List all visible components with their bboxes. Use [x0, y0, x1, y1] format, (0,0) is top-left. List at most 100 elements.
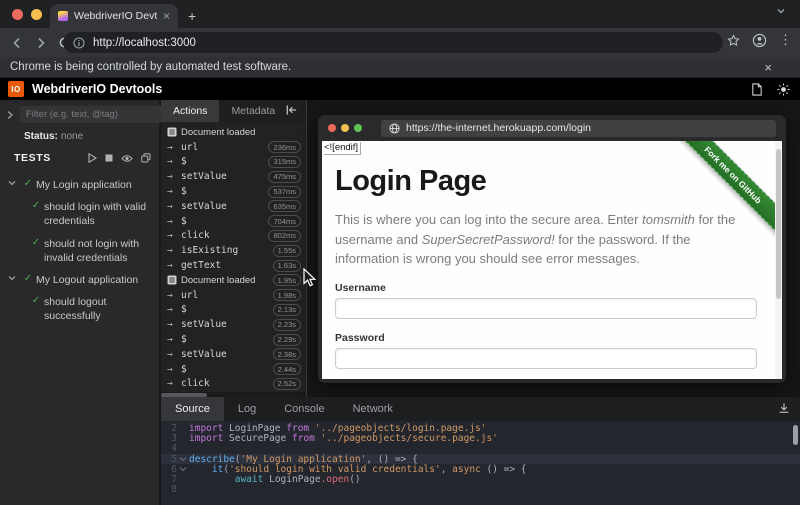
action-duration-badge: 2.29s	[273, 334, 301, 346]
tab-network[interactable]: Network	[339, 397, 407, 421]
infobar-close-icon[interactable]: ×	[764, 60, 772, 75]
username-input[interactable]	[335, 298, 757, 319]
command-arrow-icon: →	[167, 319, 181, 330]
download-icon[interactable]	[778, 402, 790, 414]
code-line: 6 it('should login with valid credential…	[161, 464, 800, 474]
preview-scrollbar[interactable]	[775, 141, 782, 379]
url-text: http://localhost:3000	[93, 37, 196, 49]
action-label: getText	[181, 260, 273, 271]
command-arrow-icon: →	[167, 216, 181, 227]
action-row[interactable]: →$2.13s	[161, 303, 306, 318]
action-label: $	[181, 186, 268, 197]
preview-browser-window: https://the-internet.herokuapp.com/login…	[318, 115, 786, 383]
action-row[interactable]: →$537ms	[161, 184, 306, 199]
action-row[interactable]: →$2.29s	[161, 332, 306, 347]
minimize-window-button[interactable]	[31, 9, 42, 20]
tab-log[interactable]: Log	[224, 397, 270, 421]
filter-input[interactable]	[20, 106, 164, 123]
status-value: none	[61, 131, 83, 142]
theme-toggle-sun-icon[interactable]	[777, 83, 790, 96]
preview-url-text: https://the-internet.herokuapp.com/login	[406, 122, 591, 134]
code-line: 4	[161, 444, 800, 454]
line-number: 8	[161, 484, 177, 495]
action-label: setValue	[181, 171, 268, 182]
chevron-down-icon[interactable]	[4, 179, 20, 187]
command-arrow-icon: →	[167, 290, 181, 301]
command-arrow-icon: →	[167, 245, 181, 256]
suite-label: My Logout application	[36, 273, 138, 287]
site-info-icon[interactable]	[73, 37, 85, 49]
action-duration-badge: 2.52s	[273, 378, 301, 390]
tab-actions[interactable]: Actions	[161, 100, 219, 122]
action-row[interactable]: →isExisting1.55s	[161, 243, 306, 258]
action-row[interactable]: →url236ms	[161, 140, 306, 155]
new-tab-button[interactable]: +	[188, 8, 196, 24]
status-label: Status:	[24, 131, 58, 142]
fold-chevron-icon[interactable]	[177, 465, 189, 473]
code-text	[189, 484, 195, 495]
action-label: $	[181, 216, 268, 227]
profile-avatar-icon[interactable]	[752, 33, 767, 48]
copy-icon[interactable]	[141, 153, 151, 163]
tab-search-icon[interactable]	[776, 6, 786, 16]
menu-dots-icon[interactable]: ⋮	[779, 32, 792, 48]
code-text: import SecurePage from '../pageobjects/s…	[189, 433, 498, 444]
command-arrow-icon: →	[167, 334, 181, 345]
tab-console[interactable]: Console	[270, 397, 338, 421]
action-row[interactable]: →url1.98s	[161, 288, 306, 303]
action-row[interactable]: →setValue2.23s	[161, 317, 306, 332]
watch-eye-icon[interactable]	[121, 154, 133, 163]
action-duration-badge: 2.38s	[273, 348, 301, 360]
action-row[interactable]: Document loaded1.95s	[161, 273, 306, 288]
action-row[interactable]: →click802ms	[161, 229, 306, 244]
command-arrow-icon: →	[167, 186, 181, 197]
action-duration-badge: 1.95s	[273, 274, 301, 286]
action-duration-badge: 2.13s	[273, 304, 301, 316]
tab-close-icon[interactable]: ×	[163, 10, 170, 22]
run-tests-icon[interactable]	[88, 153, 97, 163]
password-input[interactable]	[335, 348, 757, 369]
stop-tests-icon[interactable]	[105, 154, 113, 162]
back-icon[interactable]	[10, 36, 24, 50]
action-duration-badge: 704ms	[268, 215, 301, 227]
sidebar-collapse-icon[interactable]	[6, 110, 14, 120]
chevron-down-icon[interactable]	[4, 274, 20, 282]
action-row[interactable]: →setValue2.38s	[161, 347, 306, 362]
test-passed-check-icon: ✓	[28, 200, 44, 211]
tree-suite-row[interactable]: ✓My Logout application	[2, 269, 155, 291]
action-row[interactable]: Document loaded	[161, 125, 306, 140]
report-file-icon[interactable]	[751, 83, 763, 96]
tab-source[interactable]: Source	[161, 397, 224, 421]
action-label: click	[181, 378, 273, 389]
action-row[interactable]: →click2.52s	[161, 377, 306, 392]
action-row[interactable]: →$315ms	[161, 155, 306, 170]
action-duration-badge: 635ms	[268, 200, 301, 212]
action-label: Document loaded	[181, 275, 273, 286]
code-line: 2import LoginPage from '../pageobjects/l…	[161, 423, 800, 433]
action-row[interactable]: →getText1.63s	[161, 258, 306, 273]
tree-test-row[interactable]: ✓should not login with invalid credentia…	[2, 233, 155, 269]
fold-chevron-icon[interactable]	[177, 455, 189, 463]
action-row[interactable]: →$2.44s	[161, 362, 306, 377]
test-label: should login with valid credentials	[44, 200, 148, 228]
tab-title: WebdriverIO Devtools	[74, 10, 157, 22]
preview-minimize-button	[341, 124, 349, 132]
tree-test-row[interactable]: ✓should login with valid credentials	[2, 196, 155, 232]
action-label: click	[181, 230, 268, 241]
bookmark-star-icon[interactable]	[727, 34, 740, 47]
tab-metadata[interactable]: Metadata	[219, 100, 287, 122]
action-row[interactable]: →$704ms	[161, 214, 306, 229]
action-row[interactable]: →setValue475ms	[161, 169, 306, 184]
url-bar[interactable]: http://localhost:3000	[63, 32, 723, 53]
preview-url-bar: https://the-internet.herokuapp.com/login	[381, 120, 776, 137]
action-label: setValue	[181, 349, 273, 360]
forward-icon[interactable]	[34, 36, 48, 50]
code-scrollbar[interactable]	[793, 425, 798, 445]
tree-test-row[interactable]: ✓should logout successfully	[2, 291, 155, 327]
close-window-button[interactable]	[12, 9, 23, 20]
browser-tab[interactable]: WebdriverIO Devtools ×	[50, 4, 178, 28]
tree-suite-row[interactable]: ✓My Login application	[2, 174, 155, 196]
action-label: $	[181, 364, 273, 375]
collapse-panel-icon[interactable]	[285, 104, 298, 116]
action-row[interactable]: →setValue635ms	[161, 199, 306, 214]
